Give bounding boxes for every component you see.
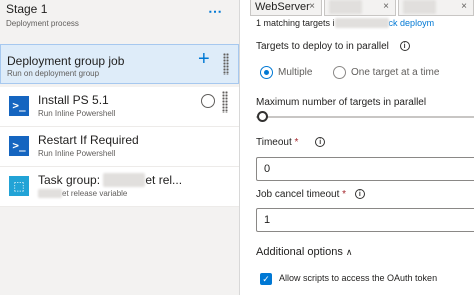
additional-options-toggle[interactable]: Additional options ∧ (256, 246, 352, 258)
timeout-input[interactable]: 0 (256, 157, 474, 181)
redacted-text: xxxxxxxxxxxx (334, 18, 389, 28)
target-tags: WebServer × xxxxxx × xxxxxx × (250, 0, 474, 16)
tag-item[interactable]: xxxxxx × (398, 0, 474, 16)
additional-options-label: Additional options (256, 246, 343, 258)
task-select-radio[interactable] (201, 94, 215, 108)
stage-header[interactable]: Stage 1 Deployment process ⋯ (0, 0, 239, 36)
stage-title: Stage 1 (6, 2, 48, 16)
powershell-icon: >_ (9, 136, 29, 156)
redacted-text: xxxxxx (329, 0, 362, 14)
max-targets-slider-thumb[interactable] (257, 111, 268, 122)
chevron-up-icon: ∧ (345, 247, 353, 257)
radio-selected-icon (260, 66, 273, 79)
job-settings-panel: WebServer × xxxxxx × xxxxxx × 1 matching… (250, 0, 474, 295)
close-icon[interactable]: × (383, 0, 389, 14)
oauth-checkbox[interactable]: ✓ (260, 273, 272, 285)
tag-webserver[interactable]: WebServer × (250, 0, 322, 16)
task-title: Task group: xxxxxxxet rel... (38, 173, 182, 187)
task-title-suffix: et rel... (145, 173, 183, 187)
task-group[interactable]: ⬚ Task group: xxxxxxxet rel... xxxxxxet … (0, 167, 239, 207)
tag-label: WebServer (255, 1, 310, 13)
drag-handle-icon[interactable] (223, 53, 229, 75)
matching-prefix: 1 matching targets i (256, 18, 335, 28)
job-subtitle: Run on deployment group (7, 69, 100, 78)
info-icon[interactable]: i (354, 189, 365, 200)
close-icon[interactable]: × (461, 0, 467, 14)
panel-divider[interactable] (239, 0, 249, 295)
drag-handle-icon[interactable] (222, 91, 228, 113)
task-install-ps[interactable]: >_ Install PS 5.1 Run Inline Powershell (0, 87, 239, 127)
task-title-prefix: Task group: (38, 173, 104, 187)
timeout-label-text: Timeout (256, 137, 292, 148)
more-options-icon[interactable]: ⋯ (208, 4, 223, 18)
info-icon[interactable]: i (399, 41, 410, 52)
task-subtitle: Run Inline Powershell (38, 149, 116, 158)
radio-label: One target at a time (351, 67, 440, 79)
radio-label: Multiple (278, 67, 313, 79)
tag-item[interactable]: xxxxxx × (324, 0, 396, 16)
cancel-timeout-input[interactable]: 1 (256, 208, 474, 232)
task-subtitle: Run Inline Powershell (38, 109, 116, 118)
required-marker: * (342, 189, 347, 200)
max-targets-label: Maximum number of targets in parallel (256, 97, 427, 108)
powershell-icon: >_ (9, 96, 29, 116)
add-task-icon[interactable]: + (198, 49, 210, 69)
deployment-group-job[interactable]: Deployment group job Run on deployment g… (0, 44, 239, 84)
oauth-label: Allow scripts to access the OAuth token (279, 273, 438, 283)
redacted-text: xxxxxxx (103, 173, 146, 187)
radio-one-at-a-time[interactable]: One target at a time (333, 66, 439, 79)
cancel-timeout-label: Job cancel timeout * i (256, 189, 365, 200)
radio-multiple[interactable]: Multiple (260, 66, 312, 79)
required-marker: * (294, 137, 299, 148)
check-deployment-link[interactable]: ck deploym (389, 18, 435, 28)
redacted-text: xxxxxx (403, 0, 436, 14)
info-icon[interactable]: i (315, 137, 326, 148)
task-subtitle-suffix: et release variable (62, 189, 128, 198)
task-subtitle: xxxxxxet release variable (38, 189, 127, 198)
close-icon[interactable]: × (309, 0, 315, 14)
matching-targets-text: 1 matching targets ixxxxxxxxxxxxck deplo… (256, 18, 434, 28)
cancel-timeout-label-text: Job cancel timeout (256, 189, 340, 200)
timeout-label: Timeout * i (256, 137, 326, 148)
task-restart[interactable]: >_ Restart If Required Run Inline Powers… (0, 127, 239, 167)
radio-unselected-icon (333, 66, 346, 79)
parallel-label: Targets to deploy to in parallel i (256, 41, 410, 52)
pipeline-panel: Stage 1 Deployment process ⋯ Deployment … (0, 0, 239, 295)
task-title: Restart If Required (38, 133, 139, 147)
stage-subtitle: Deployment process (6, 19, 79, 28)
task-group-icon: ⬚ (9, 176, 29, 196)
task-title: Install PS 5.1 (38, 93, 109, 107)
parallel-label-text: Targets to deploy to in parallel (256, 41, 389, 52)
max-targets-slider-track[interactable] (256, 116, 474, 118)
redacted-text: xxxxxx (38, 189, 62, 198)
job-title: Deployment group job (7, 54, 125, 68)
